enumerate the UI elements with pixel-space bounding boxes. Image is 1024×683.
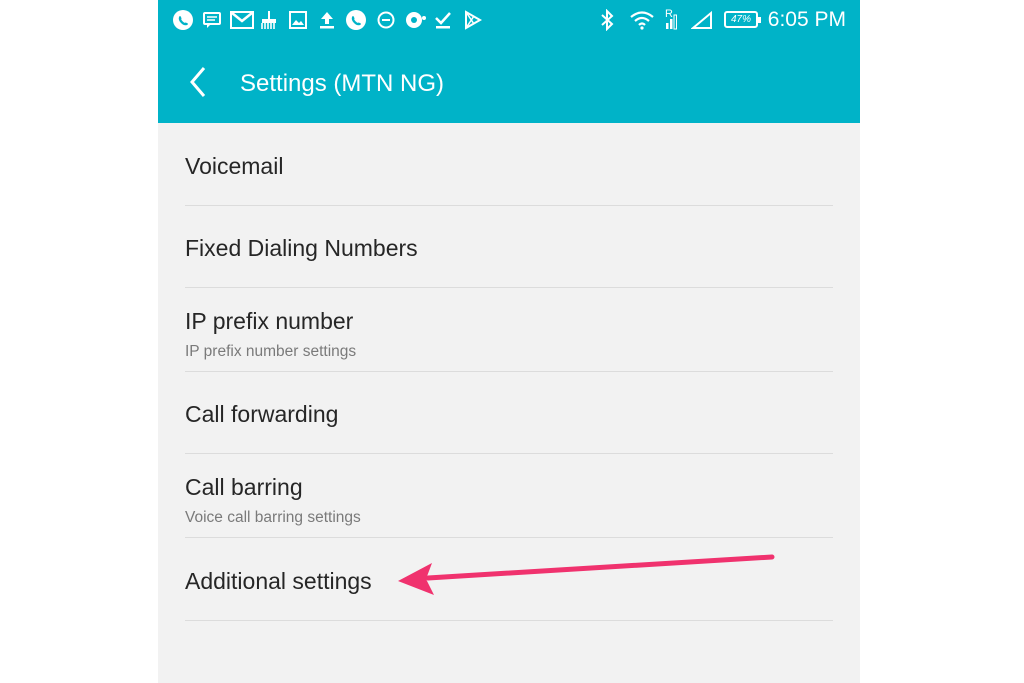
whatsapp-icon xyxy=(345,10,367,30)
settings-item-voicemail[interactable]: Voicemail xyxy=(185,123,833,206)
settings-item-call-barring[interactable]: Call barring Voice call barring settings xyxy=(185,454,833,538)
upload-icon xyxy=(318,10,336,30)
settings-item-title: Voicemail xyxy=(185,153,284,179)
whatsapp-icon xyxy=(172,10,194,30)
settings-item-call-forwarding[interactable]: Call forwarding xyxy=(185,372,833,454)
message-icon xyxy=(202,10,222,30)
settings-item-title: Call barring xyxy=(185,474,303,500)
settings-item-additional-settings[interactable]: Additional settings xyxy=(185,538,833,621)
app-bar: R 47% 6:05 PM Settings (MTN NG) xyxy=(158,0,860,123)
signal-empty-icon xyxy=(691,10,713,30)
battery-icon: 47% xyxy=(724,11,761,28)
settings-item-subtitle: IP prefix number settings xyxy=(185,343,357,360)
broom-icon xyxy=(259,10,279,30)
status-time: 6:05 PM xyxy=(767,8,846,31)
settings-item-ip-prefix-number[interactable]: IP prefix number IP prefix number settin… xyxy=(185,288,833,372)
bluetooth-icon xyxy=(599,9,615,31)
settings-item-title: Additional settings xyxy=(185,568,372,594)
back-button[interactable] xyxy=(184,64,214,100)
play-store-icon xyxy=(463,10,483,30)
settings-item-title: Fixed Dialing Numbers xyxy=(185,235,418,261)
settings-item-title: Call forwarding xyxy=(185,401,339,427)
signal-icon xyxy=(665,10,679,30)
wifi-icon xyxy=(629,10,655,30)
settings-item-subtitle: Voice call barring settings xyxy=(185,509,361,526)
status-bar: R 47% 6:05 PM xyxy=(158,0,860,42)
phone-screen: R 47% 6:05 PM Settings (MTN NG) Voicemai… xyxy=(158,0,860,683)
page-title: Settings (MTN NG) xyxy=(240,70,445,97)
media-icon xyxy=(404,10,428,30)
image-icon xyxy=(288,10,308,30)
chevron-left-icon xyxy=(190,67,206,97)
settings-item-title: IP prefix number xyxy=(185,308,354,334)
settings-item-fixed-dialing-numbers[interactable]: Fixed Dialing Numbers xyxy=(185,206,833,288)
minus-circle-icon xyxy=(376,10,396,30)
download-icon xyxy=(434,10,452,30)
gmail-icon xyxy=(230,10,254,30)
